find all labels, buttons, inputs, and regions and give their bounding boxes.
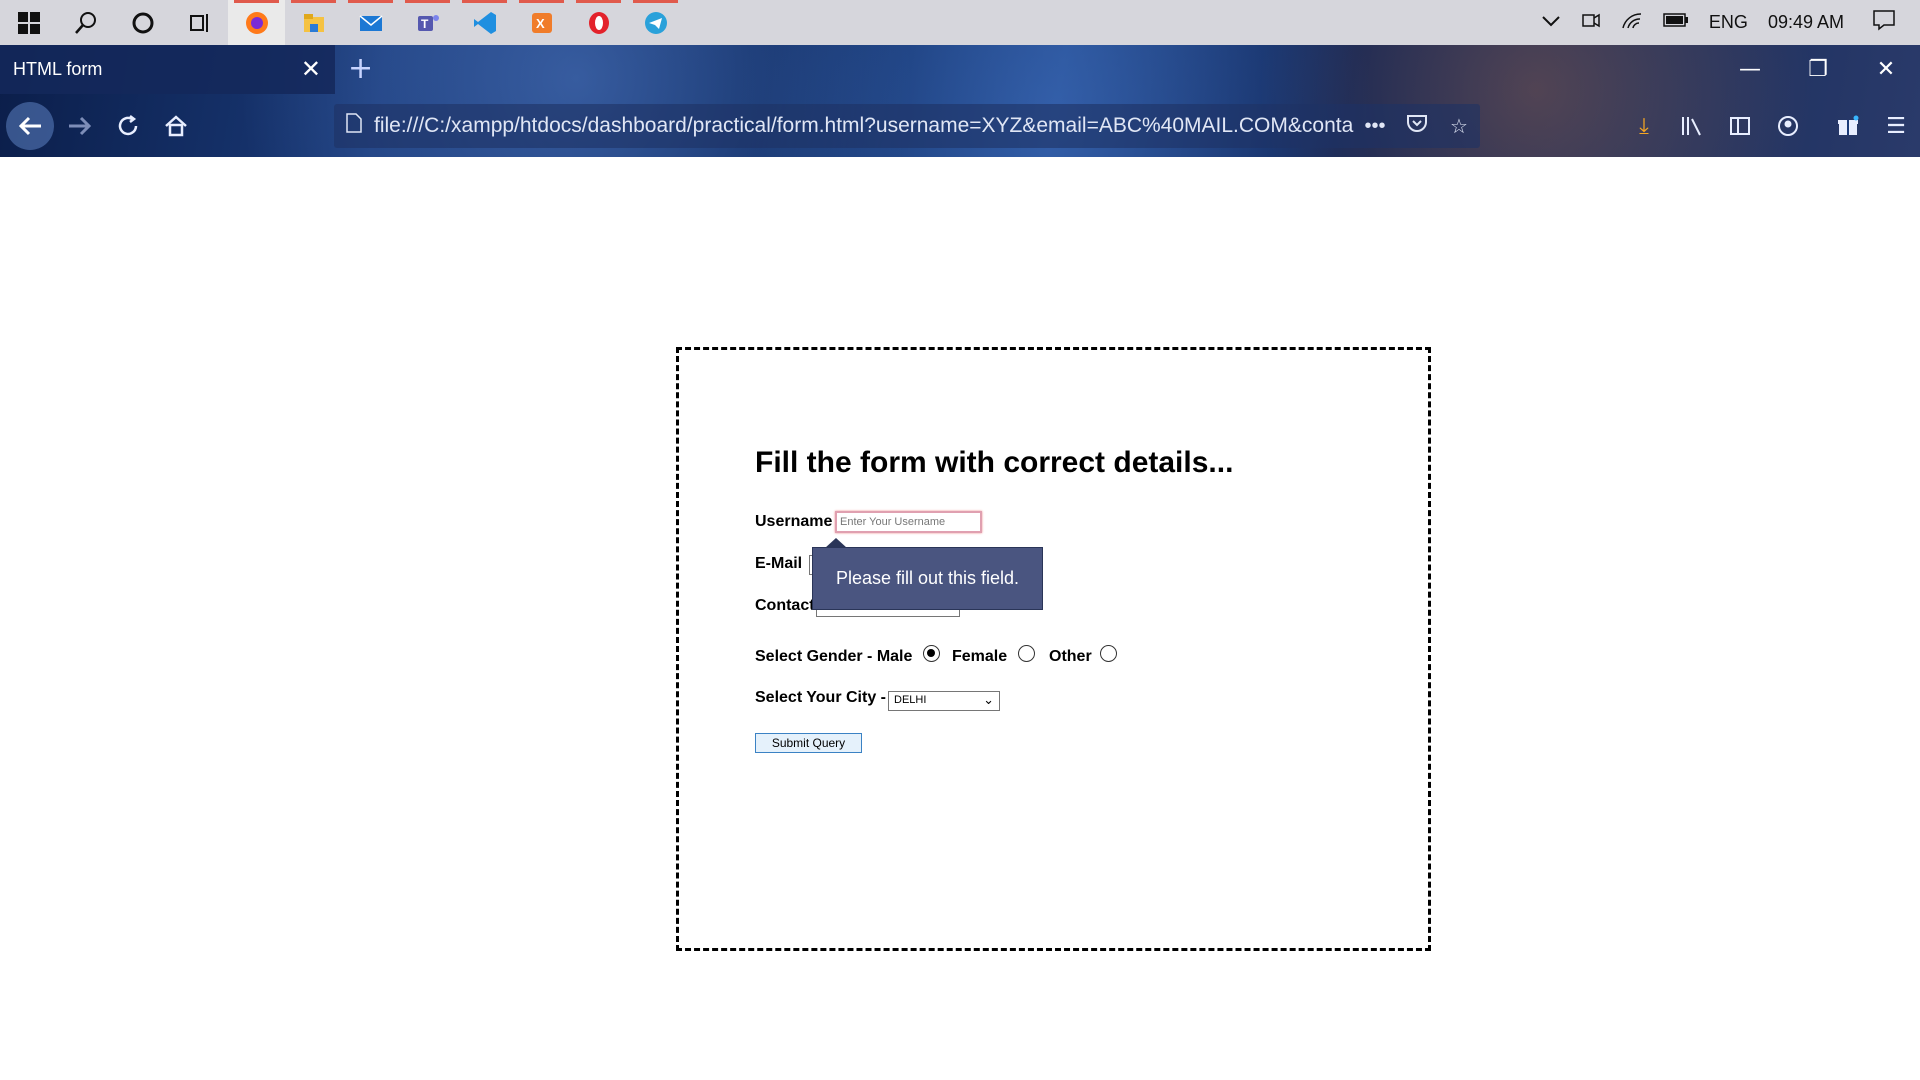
opera-icon[interactable] <box>570 0 627 45</box>
page-actions-icon[interactable]: ••• <box>1354 115 1396 138</box>
city-label: Select Your City - <box>755 689 886 706</box>
tab-title: HTML form <box>13 59 103 79</box>
username-label: Username <box>755 513 833 530</box>
form-heading: Fill the form with correct details... <box>755 446 1234 479</box>
city-selected-value: DELHI <box>894 694 927 706</box>
system-tray: ENG 09:49 AM <box>1531 0 1920 45</box>
xampp-icon[interactable]: X <box>513 0 570 45</box>
browser-chrome: HTML form ✕ + — ❐ ✕ file:///C:/xampp/htd… <box>0 45 1920 157</box>
gender-other-radio[interactable] <box>1100 645 1117 662</box>
pocket-icon[interactable] <box>1396 113 1438 139</box>
contact-label: Contact <box>755 597 815 614</box>
wifi-icon[interactable] <box>1621 10 1643 35</box>
search-icon[interactable] <box>57 0 114 45</box>
url-text[interactable]: file:///C:/xampp/htdocs/dashboard/practi… <box>374 114 1354 138</box>
restore-icon[interactable]: ❐ <box>1784 45 1852 94</box>
gender-female-label: Female <box>952 648 1008 665</box>
windows-taskbar: T X ENG 09:49 AM <box>0 0 1920 45</box>
teams-icon[interactable]: T <box>399 0 456 45</box>
minimize-icon[interactable]: — <box>1716 45 1784 94</box>
submit-button[interactable]: Submit Query <box>755 733 862 753</box>
back-arrow-icon[interactable] <box>6 102 54 150</box>
bookmark-star-icon[interactable]: ☆ <box>1438 114 1480 139</box>
city-select[interactable]: DELHI ⌄ <box>888 691 1000 711</box>
page-icon <box>334 113 374 139</box>
battery-icon[interactable] <box>1663 12 1689 33</box>
gender-male-radio[interactable] <box>923 645 940 662</box>
gender-female-radio[interactable] <box>1018 645 1035 662</box>
svg-text:T: T <box>421 17 429 31</box>
mail-icon[interactable] <box>342 0 399 45</box>
windows-start-icon[interactable] <box>0 0 57 45</box>
firefox-icon[interactable] <box>228 0 285 45</box>
validation-tooltip: Please fill out this field. <box>812 538 1043 610</box>
email-label: E-Mail <box>755 555 803 572</box>
menu-hamburger-icon[interactable]: ☰ <box>1872 102 1920 150</box>
library-icon[interactable] <box>1668 102 1716 150</box>
chevron-down-icon: ⌄ <box>983 692 994 707</box>
svg-text:X: X <box>536 16 545 31</box>
sidebar-icon[interactable] <box>1716 102 1764 150</box>
meet-now-icon[interactable] <box>1581 10 1601 35</box>
tab-html-form[interactable]: HTML form ✕ <box>0 45 335 94</box>
gender-other-label: Other <box>1049 648 1092 665</box>
account-icon[interactable] <box>1764 102 1812 150</box>
clock[interactable]: 09:49 AM <box>1768 12 1844 33</box>
window-controls: — ❐ ✕ <box>1716 45 1920 94</box>
language-indicator[interactable]: ENG <box>1709 12 1748 33</box>
cortana-icon[interactable] <box>114 0 171 45</box>
task-view-icon[interactable] <box>171 0 228 45</box>
file-explorer-icon[interactable] <box>285 0 342 45</box>
page-content: Fill the form with correct details... Us… <box>0 157 1920 1080</box>
extensions-gift-icon[interactable] <box>1824 102 1872 150</box>
navigation-bar: file:///C:/xampp/htdocs/dashboard/practi… <box>0 98 1920 154</box>
telegram-icon[interactable] <box>627 0 684 45</box>
close-tab-icon[interactable]: ✕ <box>301 55 321 84</box>
notification-icon[interactable] <box>1872 8 1896 37</box>
username-input[interactable] <box>835 511 982 533</box>
form-container: Fill the form with correct details... Us… <box>676 347 1431 951</box>
home-icon[interactable] <box>152 102 200 150</box>
chevron-up-icon[interactable] <box>1541 12 1561 33</box>
toolbar-right: ⤓ ☰ <box>1620 102 1920 150</box>
reload-icon[interactable] <box>104 102 152 150</box>
window-close-icon[interactable]: ✕ <box>1852 45 1920 94</box>
gender-label: Select Gender - Male <box>755 648 913 665</box>
new-tab-icon[interactable]: + <box>348 51 373 86</box>
vscode-icon[interactable] <box>456 0 513 45</box>
download-icon[interactable]: ⤓ <box>1620 102 1668 150</box>
address-bar[interactable]: file:///C:/xampp/htdocs/dashboard/practi… <box>334 104 1480 148</box>
forward-arrow-icon[interactable] <box>56 102 104 150</box>
